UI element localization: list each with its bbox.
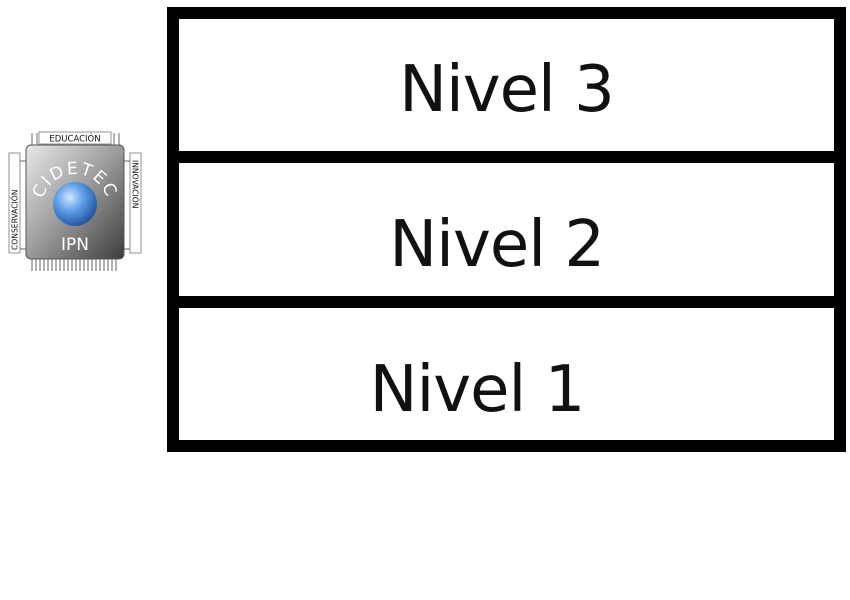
level-box-3: Nivel 3 bbox=[179, 19, 834, 151]
level-box-1: Nivel 1 bbox=[179, 295, 834, 440]
level-label-1: Nivel 1 bbox=[369, 352, 586, 427]
logo-right-text: INNOVACIÓN bbox=[131, 160, 140, 208]
cidetec-ipn-logo: EDUCACIÓN CONSERVACIÓN INNOVACIÓN CIDETE… bbox=[6, 129, 144, 275]
logo-graphic: EDUCACIÓN CONSERVACIÓN INNOVACIÓN CIDETE… bbox=[8, 131, 142, 271]
logo-bottom-text: IPN bbox=[61, 235, 89, 255]
level-label-2: Nivel 2 bbox=[389, 208, 605, 283]
level-label-3: Nivel 3 bbox=[399, 53, 615, 128]
level-stack: Nivel 3 Nivel 2 Nivel 1 bbox=[167, 7, 846, 452]
logo-left-text: CONSERVACIÓN bbox=[11, 190, 20, 250]
level-box-2: Nivel 2 bbox=[179, 151, 834, 295]
chip-pins-bottom bbox=[31, 259, 117, 271]
logo-top-text: EDUCACIÓN bbox=[49, 133, 100, 145]
logo-sphere bbox=[53, 182, 97, 226]
